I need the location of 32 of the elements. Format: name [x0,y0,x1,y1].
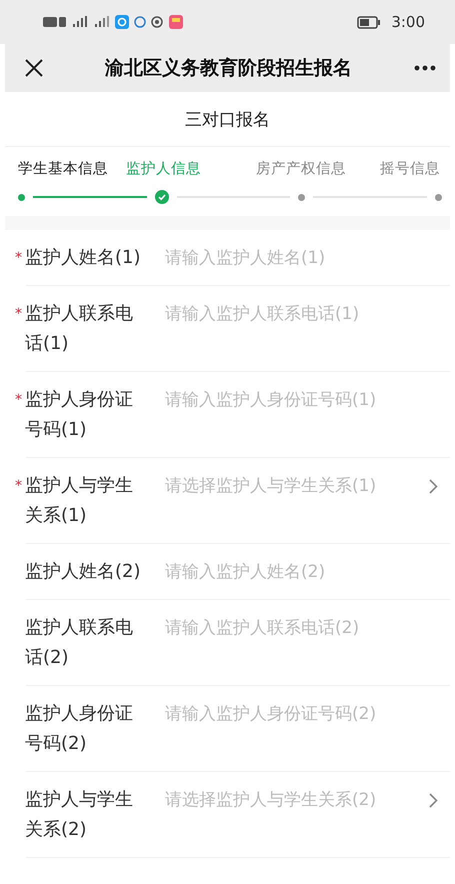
field-label: 监护人身份证号码(2) [25,702,134,756]
input-field[interactable]: 请输入监护人身份证号码(2) [165,702,438,726]
input-field[interactable]: 请输入监护人联系电话(2) [165,616,438,640]
step-label: 摇号信息 [380,160,440,178]
required-mark: * [15,392,22,408]
step-label: 房产产权信息 [256,160,347,178]
chevron-icon[interactable] [429,793,438,808]
page-heading: 三对口报名 [185,108,270,130]
step-label: 监护人信息 [126,160,202,178]
step-label: 学生基本信息 [18,160,109,178]
required-mark: * [15,250,22,266]
field-label: 监护人姓名(2) [25,560,142,584]
field-label: 监护人与学生关系(1) [25,474,134,528]
input-field[interactable]: 请输入监护人身份证号码(1) [165,388,438,412]
field-label: 监护人联系电话(2) [25,616,134,670]
input-field[interactable]: 请输入监护人联系电话(1) [165,302,438,326]
field-label: 监护人联系电话(1) [25,302,134,356]
window-title: 渝北区义务教育阶段招生报名 [104,56,353,81]
status-time: 3:00 [391,13,425,31]
input-field[interactable]: 请输入监护人姓名(2) [165,560,438,584]
field-label: 监护人与学生关系(2) [25,788,134,842]
input-field[interactable]: 请选择监护人与学生关系(2) [165,788,429,812]
field-label: 监护人姓名(1) [25,246,142,270]
input-field[interactable]: 请输入监护人姓名(1) [165,246,438,270]
close-icon[interactable] [25,59,43,77]
required-mark: * [15,478,22,494]
chevron-icon[interactable] [429,479,438,494]
field-label: 监护人身份证号码(1) [25,388,134,442]
battery-icon [357,16,382,28]
input-field[interactable]: 请选择监护人与学生关系(1) [165,474,429,498]
more-icon[interactable] [414,65,436,71]
required-mark: * [15,306,22,322]
